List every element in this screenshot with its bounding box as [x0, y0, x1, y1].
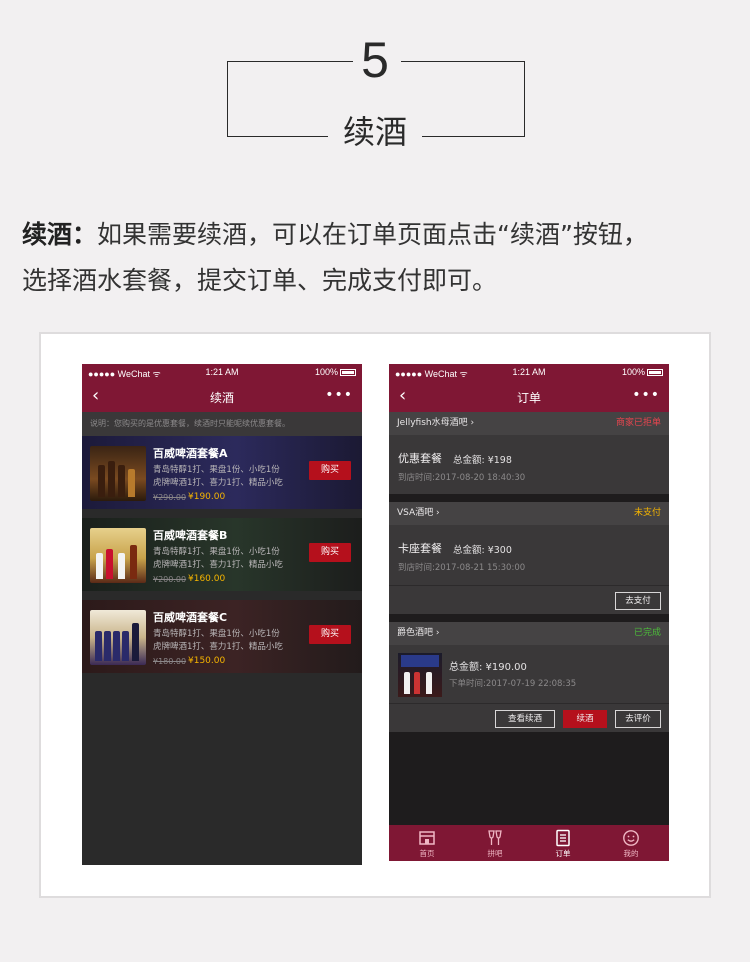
- sale-price: ¥160.00: [188, 574, 226, 584]
- tab-label: 首页: [419, 849, 435, 858]
- sale-price: ¥150.00: [188, 656, 226, 666]
- order-header[interactable]: Jellyfish水母酒吧 › 商家已拒单: [389, 412, 669, 435]
- more-dots-icon[interactable]: •••: [632, 387, 660, 403]
- order-total: 总金额: ¥190.00: [449, 662, 527, 673]
- phone-refill-screen: ●●●●● WeChat ᯤ 1:21 AM 100% ‹ 续酒 ••• 说明：…: [82, 364, 362, 865]
- nav-bar: ‹ 续酒 •••: [82, 382, 362, 412]
- order-status: 已完成: [633, 628, 661, 638]
- package-detail: 青岛特醇1打、果盘1份、小吃1份: [153, 547, 280, 557]
- battery-icon: [647, 369, 663, 376]
- order-card: 爵色酒吧 › 已完成 总金额: ¥190.00 下单时间:2017-07-19 …: [389, 622, 669, 732]
- bar-name[interactable]: VSA酒吧 ›: [397, 508, 440, 518]
- order-total: 总金额: ¥198: [453, 455, 512, 466]
- order-card: VSA酒吧 › 未支付 卡座套餐 总金额: ¥300 到店时间:2017-08-…: [389, 502, 669, 614]
- order-header[interactable]: 爵色酒吧 › 已完成: [389, 622, 669, 645]
- description-text: 如果需要续酒，可以在订单页面点击“续酒”按钮，: [97, 220, 648, 249]
- battery-indicator: 100%: [315, 367, 356, 377]
- package-name: 百威啤酒套餐B: [153, 529, 228, 542]
- tab-mine[interactable]: 我的: [596, 825, 666, 861]
- order-title: 优惠套餐: [398, 452, 442, 465]
- tab-bar: 首页 拼吧 订单 我的: [389, 825, 669, 861]
- description-term: 续酒：: [22, 220, 98, 249]
- order-header[interactable]: VSA酒吧 › 未支付: [389, 502, 669, 525]
- buy-button[interactable]: 购买: [309, 543, 351, 562]
- package-card: 百威啤酒套餐C 青岛特醇1打、果盘1份、小吃1份 虎牌啤酒1打、喜力1打、精品小…: [82, 600, 362, 673]
- order-list-icon: [554, 829, 572, 847]
- order-time: 下单时间:2017-07-19 22:08:35: [449, 679, 577, 689]
- tab-home[interactable]: 首页: [392, 825, 462, 861]
- tab-pinba[interactable]: 拼吧: [460, 825, 530, 861]
- original-price: ¥200.00: [153, 575, 187, 584]
- tab-label: 拼吧: [487, 849, 503, 858]
- order-title: 卡座套餐: [398, 542, 442, 555]
- step-title: 续酒: [342, 113, 407, 151]
- more-dots-icon[interactable]: •••: [325, 387, 353, 403]
- original-price: ¥290.00: [153, 493, 187, 502]
- package-detail: 虎牌啤酒1打、喜力1打、精品小吃: [153, 478, 283, 488]
- order-status: 未支付: [633, 508, 661, 518]
- notice-text: 说明：您购买的是优惠套餐，续酒时只能呢续优惠套餐。: [82, 412, 362, 436]
- battery-indicator: 100%: [622, 367, 663, 377]
- order-time: 到店时间:2017-08-20 18:40:30: [398, 473, 526, 483]
- order-status: 商家已拒单: [615, 418, 661, 428]
- home-icon: [418, 829, 436, 847]
- smile-face-icon: [622, 829, 640, 847]
- package-card: 百威啤酒套餐B 青岛特醇1打、果盘1份、小吃1份 虎牌啤酒1打、喜力1打、精品小…: [82, 518, 362, 591]
- bar-name[interactable]: 爵色酒吧 ›: [397, 628, 439, 638]
- view-refill-button[interactable]: 查看续酒: [495, 710, 555, 728]
- package-image: [90, 610, 146, 665]
- package-detail: 虎牌啤酒1打、喜力1打、精品小吃: [153, 642, 283, 652]
- order-card: Jellyfish水母酒吧 › 商家已拒单 优惠套餐 总金额: ¥198 到店时…: [389, 412, 669, 494]
- package-name: 百威啤酒套餐A: [153, 447, 228, 460]
- package-card: 百威啤酒套餐A 青岛特醇1打、果盘1份、小吃1份 虎牌啤酒1打、喜力1打、精品小…: [82, 436, 362, 509]
- bar-name[interactable]: Jellyfish水母酒吧 ›: [397, 418, 474, 428]
- buy-button[interactable]: 购买: [309, 461, 351, 480]
- description: 续酒：如果需要续酒，可以在订单页面点击“续酒”按钮， 选择酒水套餐，提交订单、完…: [22, 212, 732, 304]
- page-title: 续酒: [209, 391, 234, 405]
- order-time: 到店时间:2017-08-21 15:30:00: [398, 563, 526, 573]
- original-price: ¥180.00: [153, 657, 187, 666]
- package-image: [90, 528, 146, 583]
- sale-price: ¥190.00: [188, 492, 226, 502]
- package-image: [90, 446, 146, 501]
- tab-orders[interactable]: 订单: [528, 825, 598, 861]
- nav-bar: ‹ 订单 •••: [389, 382, 669, 412]
- bar-image: [398, 653, 442, 697]
- pay-button[interactable]: 去支付: [615, 592, 661, 610]
- buy-button[interactable]: 购买: [309, 625, 351, 644]
- refill-button[interactable]: 续酒: [563, 710, 607, 728]
- review-button[interactable]: 去评价: [615, 710, 661, 728]
- order-total: 总金额: ¥300: [453, 545, 512, 556]
- description-text-2: 选择酒水套餐，提交订单、完成支付即可。: [22, 266, 498, 295]
- package-detail: 青岛特醇1打、果盘1份、小吃1份: [153, 629, 280, 639]
- status-bar: ●●●●● WeChat ᯤ 1:21 AM 100%: [389, 364, 669, 382]
- battery-icon: [340, 369, 356, 376]
- status-bar: ●●●●● WeChat ᯤ 1:21 AM 100%: [82, 364, 362, 382]
- phone-orders-screen: ●●●●● WeChat ᯤ 1:21 AM 100% ‹ 订单 ••• Jel…: [389, 364, 669, 861]
- package-name: 百威啤酒套餐C: [153, 611, 228, 624]
- package-detail: 青岛特醇1打、果盘1份、小吃1份: [153, 465, 280, 475]
- tab-label: 订单: [555, 849, 571, 858]
- step-number: 5: [361, 32, 389, 88]
- cheers-icon: [486, 829, 504, 847]
- page-title: 订单: [516, 391, 541, 405]
- package-detail: 虎牌啤酒1打、喜力1打、精品小吃: [153, 560, 283, 570]
- tab-label: 我的: [623, 849, 639, 858]
